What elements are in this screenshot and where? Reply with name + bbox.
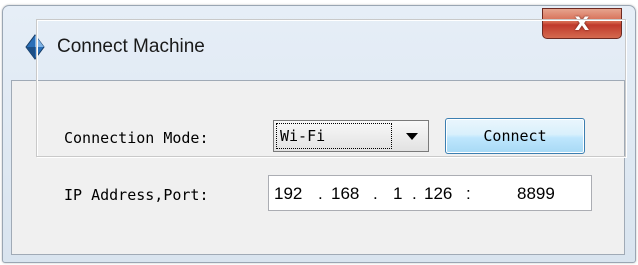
ip-octet-1: 192 — [274, 184, 303, 203]
connection-mode-select[interactable]: Wi-Fi — [273, 120, 429, 152]
ip-octet-2: 168 — [331, 184, 360, 203]
ip-dot-1: . — [318, 184, 323, 203]
port-value: 8899 — [517, 184, 555, 203]
port-separator: : — [466, 184, 471, 203]
ip-address-input[interactable]: 192 . 168 . 1 . 126 : 8899 — [268, 175, 592, 211]
ip-octet-3: 1 — [393, 184, 403, 203]
ip-dot-3: . — [412, 184, 417, 203]
connection-mode-value: Wi-Fi — [276, 123, 392, 149]
connection-mode-label: Connection Mode: — [64, 129, 209, 147]
dropdown-arrow-icon[interactable] — [406, 133, 418, 140]
connect-button[interactable]: Connect — [445, 118, 585, 154]
ip-octet-4: 126 — [424, 184, 453, 203]
ip-dot-2: . — [373, 184, 378, 203]
ip-address-port-label: IP Address,Port: — [64, 186, 209, 204]
